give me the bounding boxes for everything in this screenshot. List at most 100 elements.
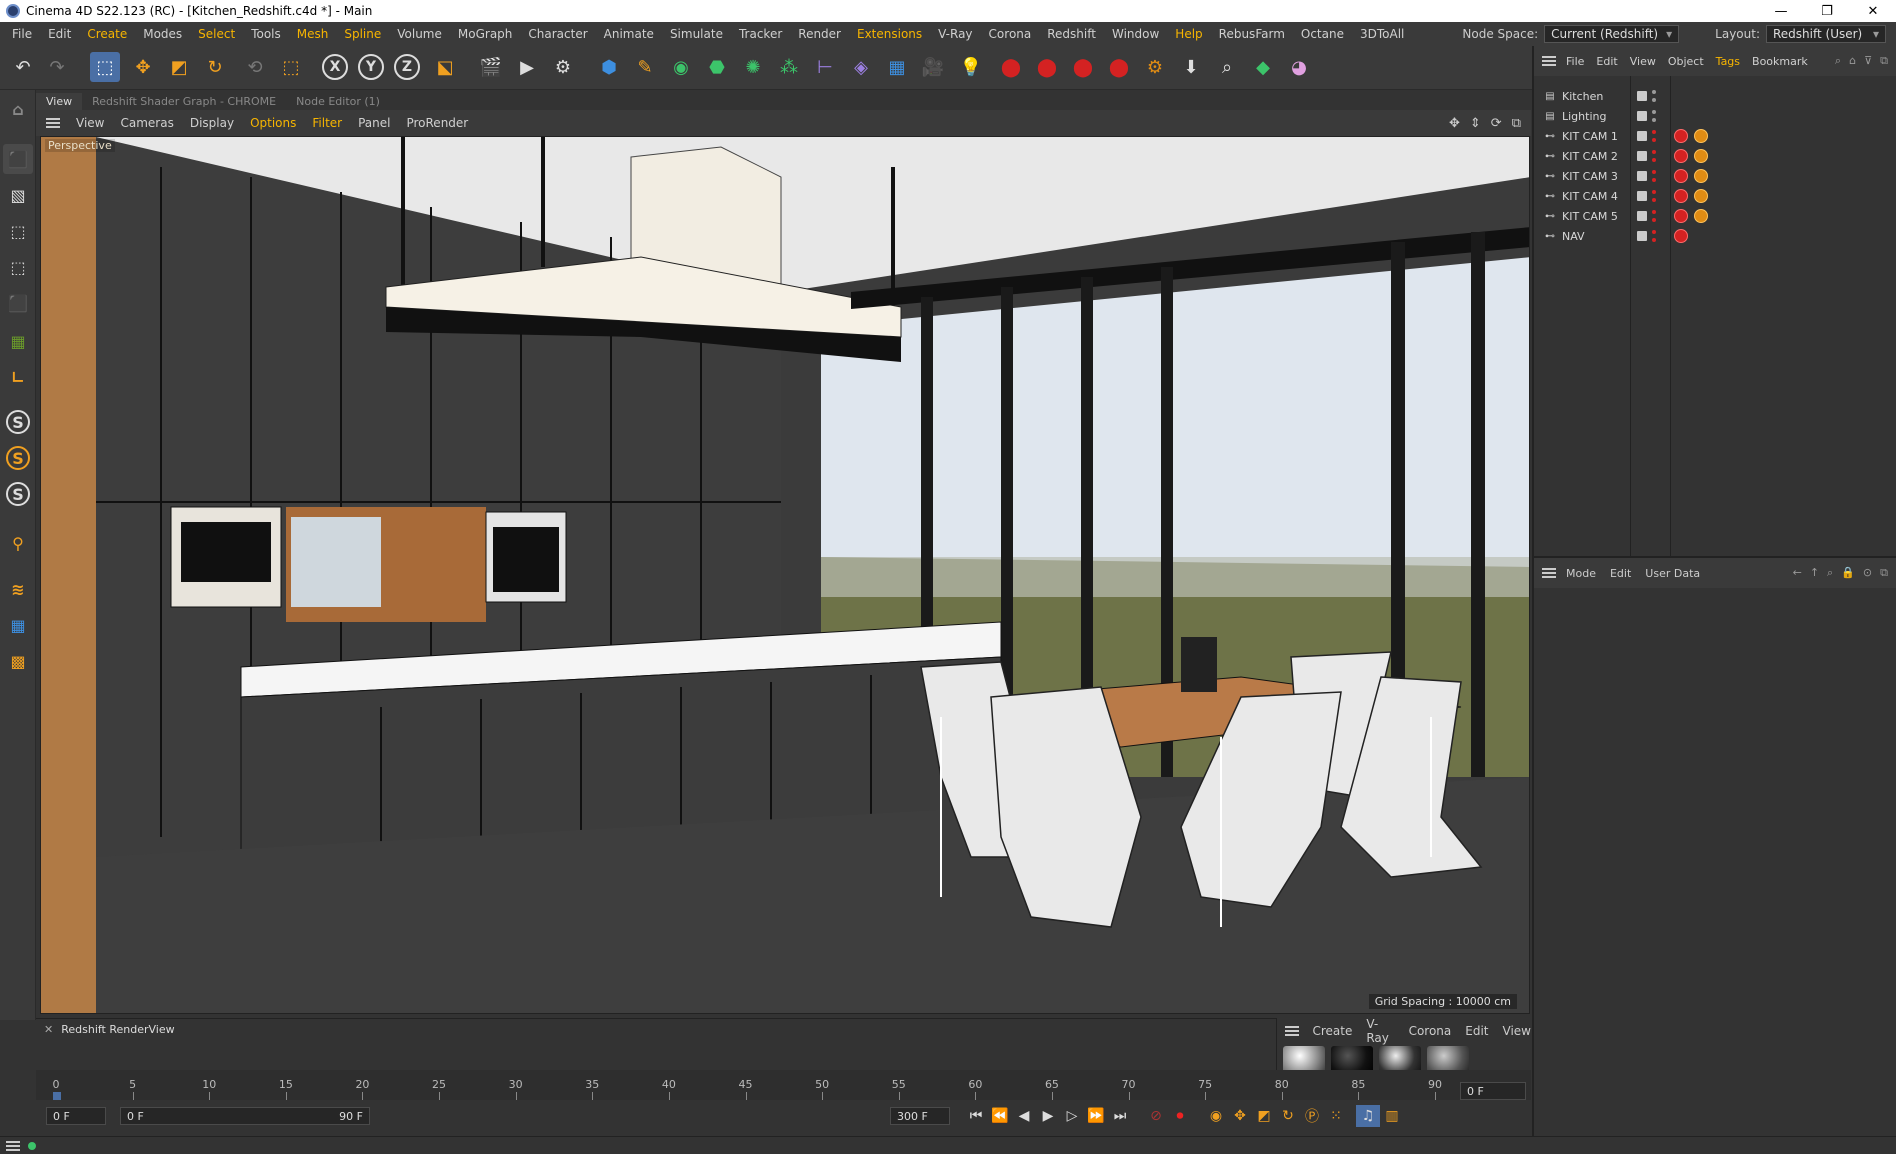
go-to-end-icon[interactable]: ⏭ — [1108, 1105, 1132, 1127]
color-wheel-icon[interactable]: ◕ — [1284, 52, 1314, 82]
protection-tag-icon[interactable] — [1694, 129, 1708, 143]
om-filter-icon[interactable]: ⊽ — [1864, 54, 1872, 68]
viewport-menu-options[interactable]: Options — [242, 116, 304, 130]
toggle-view-icon[interactable]: ⧉ — [1512, 116, 1521, 131]
select-tool-icon[interactable]: ⬚ — [90, 52, 120, 82]
om-search-icon[interactable]: ⌕ — [1835, 54, 1841, 68]
attribute-hamburger-icon[interactable] — [1542, 568, 1556, 578]
search-icon[interactable]: ⌕ — [1212, 52, 1242, 82]
material-menu-edit[interactable]: Edit — [1465, 1024, 1488, 1038]
protection-tag-icon[interactable] — [1694, 209, 1708, 223]
make-editable-icon[interactable]: ⌂ — [3, 94, 33, 124]
menu-octane[interactable]: Octane — [1293, 27, 1352, 41]
am-menu-edit[interactable]: Edit — [1610, 567, 1631, 580]
object-row-kitchen[interactable]: ▤ Kitchen — [1534, 86, 1896, 106]
menu-mograph[interactable]: MoGraph — [450, 27, 521, 41]
quantize-icon[interactable]: S — [6, 482, 30, 506]
menu-edit[interactable]: Edit — [40, 27, 79, 41]
redshift-camera-icon[interactable]: ⬤ — [1104, 52, 1134, 82]
next-key-icon[interactable]: ⏩ — [1084, 1105, 1108, 1127]
menu-tools[interactable]: Tools — [243, 27, 289, 41]
menu-file[interactable]: File — [4, 27, 40, 41]
tab-node-editor[interactable]: Node Editor (1) — [286, 93, 390, 110]
editor-visibility-dot[interactable] — [1652, 110, 1656, 114]
frame-range-slider[interactable]: 0 F 90 F — [120, 1107, 370, 1125]
visibility-check[interactable] — [1637, 131, 1647, 141]
protection-tag-icon[interactable] — [1694, 149, 1708, 163]
am-new-window-icon[interactable]: ⧉ — [1880, 566, 1888, 580]
key-scale-icon[interactable]: ◩ — [1252, 1105, 1276, 1127]
menu-spline[interactable]: Spline — [336, 27, 389, 41]
polygons-mode-icon[interactable]: ⬛ — [3, 288, 33, 318]
object-row-kit-cam-2[interactable]: ⊷ KIT CAM 2 — [1534, 146, 1896, 166]
key-pla-icon[interactable]: ⁙ — [1324, 1105, 1348, 1127]
om-menu-view[interactable]: View — [1630, 55, 1656, 68]
material-menu-view[interactable]: View — [1503, 1024, 1531, 1038]
viewport-menu-filter[interactable]: Filter — [304, 116, 350, 130]
menu-character[interactable]: Character — [520, 27, 595, 41]
am-up-icon[interactable]: ↑ — [1810, 566, 1819, 580]
field-icon[interactable]: ◈ — [846, 52, 876, 82]
om-menu-bookmark[interactable]: Bookmark — [1752, 55, 1808, 68]
render-visibility-dot[interactable] — [1652, 138, 1656, 142]
om-home-icon[interactable]: ⌂ — [1849, 54, 1856, 68]
edges-mode-icon[interactable]: ⬚ — [3, 252, 33, 282]
editor-visibility-dot[interactable] — [1652, 230, 1656, 234]
pen-icon[interactable]: ✎ — [630, 52, 660, 82]
pan-view-icon[interactable]: ✥ — [1449, 116, 1460, 131]
visibility-check[interactable] — [1637, 191, 1647, 201]
om-menu-object[interactable]: Object — [1668, 55, 1704, 68]
z-axis-icon[interactable]: Z — [394, 54, 420, 80]
plugin-icon[interactable]: ◆ — [1248, 52, 1278, 82]
menu-animate[interactable]: Animate — [596, 27, 662, 41]
menu-mesh[interactable]: Mesh — [289, 27, 337, 41]
redshift-camera-tag-icon[interactable] — [1674, 209, 1688, 223]
editor-visibility-dot[interactable] — [1652, 150, 1656, 154]
restore-button[interactable]: ❐ — [1804, 0, 1850, 22]
viewport-menu-view[interactable]: View — [68, 116, 112, 130]
render-visibility-dot[interactable] — [1652, 118, 1656, 122]
am-search-icon[interactable]: ⌕ — [1827, 566, 1833, 580]
layout-dropdown[interactable]: Redshift (User) — [1766, 25, 1886, 43]
visibility-check[interactable] — [1637, 151, 1647, 161]
menu-modes[interactable]: Modes — [135, 27, 190, 41]
tab-shader-graph[interactable]: Redshift Shader Graph - CHROME — [82, 93, 286, 110]
mograph-icon[interactable]: ⁂ — [774, 52, 804, 82]
editor-visibility-dot[interactable] — [1652, 210, 1656, 214]
redshift-camera-tag-icon[interactable] — [1674, 129, 1688, 143]
menu-tracker[interactable]: Tracker — [731, 27, 790, 41]
scale-tool-icon[interactable]: ◩ — [164, 52, 194, 82]
status-hamburger-icon[interactable] — [6, 1141, 20, 1151]
render-visibility-dot[interactable] — [1652, 178, 1656, 182]
material-menu-corona[interactable]: Corona — [1409, 1024, 1452, 1038]
editor-visibility-dot[interactable] — [1652, 190, 1656, 194]
visibility-check[interactable] — [1637, 91, 1647, 101]
play-icon[interactable]: ▶ — [1036, 1105, 1060, 1127]
render-settings-icon[interactable]: ⚙ — [548, 52, 578, 82]
menu-window[interactable]: Window — [1104, 27, 1167, 41]
menu-simulate[interactable]: Simulate — [662, 27, 731, 41]
viewport-menu-cameras[interactable]: Cameras — [112, 116, 181, 130]
om-menu-tags[interactable]: Tags — [1716, 55, 1740, 68]
redshift-camera-tag-icon[interactable] — [1674, 149, 1688, 163]
menu-volume[interactable]: Volume — [389, 27, 450, 41]
previous-key-icon[interactable]: ⏪ — [988, 1105, 1012, 1127]
magnet-icon[interactable]: ⚲ — [3, 528, 33, 558]
protection-tag-icon[interactable] — [1694, 169, 1708, 183]
cloner-icon[interactable]: ✺ — [738, 52, 768, 82]
object-row-kit-cam-1[interactable]: ⊷ KIT CAM 1 — [1534, 126, 1896, 146]
object-row-nav[interactable]: ⊷ NAV — [1534, 226, 1896, 246]
end-frame-field[interactable]: 300 F — [890, 1107, 950, 1125]
redshift-rv-icon[interactable]: ⬤ — [996, 52, 1026, 82]
object-row-kit-cam-5[interactable]: ⊷ KIT CAM 5 — [1534, 206, 1896, 226]
menu-extensions[interactable]: Extensions — [849, 27, 930, 41]
workplane-icon[interactable]: ≋ — [3, 574, 33, 604]
render-region-icon[interactable]: 🎬 — [476, 52, 506, 82]
y-axis-icon[interactable]: Y — [358, 54, 384, 80]
model-mode-icon[interactable]: ⬛ — [3, 144, 33, 174]
redshift-light-icon[interactable]: ⬤ — [1068, 52, 1098, 82]
am-menu-mode[interactable]: Mode — [1566, 567, 1596, 580]
live-selection-icon[interactable]: ⬚ — [276, 52, 306, 82]
snap-icon[interactable]: S — [6, 410, 30, 434]
viewport-menu-panel[interactable]: Panel — [350, 116, 398, 130]
